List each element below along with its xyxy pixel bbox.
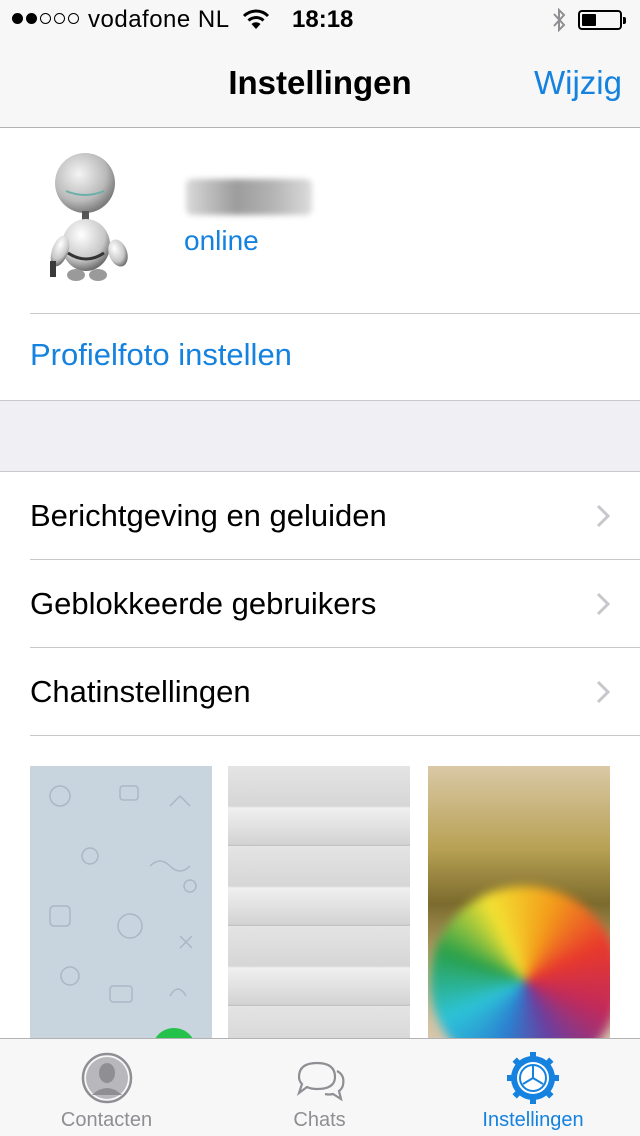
tab-label: Chats <box>293 1109 346 1131</box>
doodle-pattern <box>49 785 197 1003</box>
avatar[interactable] <box>40 153 140 283</box>
tab-contacts[interactable]: Contacten <box>0 1039 213 1136</box>
settings-item-blocked-users[interactable]: Geblokkeerde gebruikers <box>0 560 640 648</box>
wallpaper-umbrella[interactable] <box>428 766 610 1041</box>
settings-item-label: Chatinstellingen <box>30 674 251 709</box>
wallpaper-doodle[interactable] <box>30 766 212 1041</box>
wallpaper-wood[interactable] <box>228 766 410 1041</box>
tab-label: Contacten <box>60 1109 153 1131</box>
tab-bar: Contacten Chats Instellingen <box>0 1038 640 1136</box>
status-bar: vodafone NL 18:18 <box>0 0 640 40</box>
section-spacer <box>0 400 640 472</box>
profile-status[interactable]: online <box>184 225 259 257</box>
carrier-name: vodafone NL <box>88 6 230 33</box>
umbrella-image <box>430 886 610 1041</box>
top-bar: vodafone NL 18:18 Instellingen Wijzig <box>0 0 640 128</box>
tab-label: Instellingen <box>482 1109 584 1131</box>
settings-item-notifications[interactable]: Berichtgeving en geluiden <box>0 472 640 560</box>
chat-bubbles-icon <box>296 1061 344 1102</box>
profile-section: online Profielfoto instellen <box>0 129 640 400</box>
edit-button[interactable]: Wijzig <box>534 64 622 102</box>
tab-chats[interactable]: Chats <box>213 1039 426 1136</box>
chevron-right-icon <box>596 592 610 616</box>
settings-item-label: Berichtgeving en geluiden <box>30 498 387 533</box>
wifi-icon <box>242 9 270 29</box>
signal-strength-icon <box>12 13 79 24</box>
gear-icon <box>507 1052 559 1104</box>
divider <box>30 735 640 736</box>
chevron-right-icon <box>596 504 610 528</box>
divider <box>30 313 640 314</box>
battery-icon <box>578 10 626 30</box>
settings-item-label: Geblokkeerde gebruikers <box>30 586 377 621</box>
set-profile-photo-button[interactable]: Profielfoto instellen <box>30 337 292 373</box>
person-icon <box>81 1052 132 1104</box>
bluetooth-icon <box>553 7 566 33</box>
chevron-right-icon <box>596 680 610 704</box>
settings-item-chat-settings[interactable]: Chatinstellingen <box>0 648 640 736</box>
clock: 18:18 <box>292 6 354 33</box>
profile-name-blurred[interactable] <box>186 179 312 215</box>
tab-settings[interactable]: Instellingen <box>426 1039 640 1136</box>
